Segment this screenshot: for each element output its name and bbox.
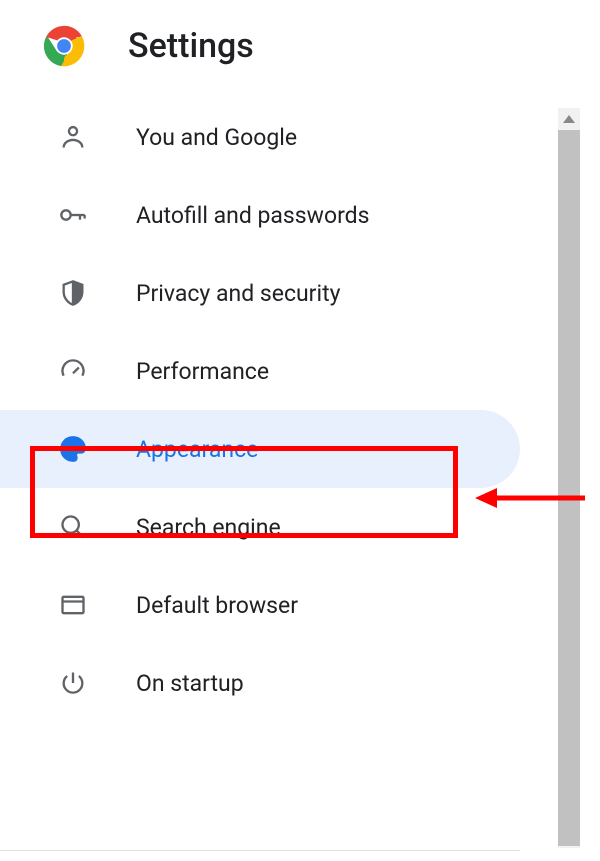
- sidebar-item-label: Privacy and security: [136, 280, 340, 307]
- scrollbar-track[interactable]: [558, 108, 580, 848]
- sidebar-item-label: You and Google: [136, 124, 297, 151]
- sidebar-item-default-browser[interactable]: Default browser: [0, 566, 600, 644]
- sidebar-item-you-and-google[interactable]: You and Google: [0, 98, 600, 176]
- annotation-arrow-icon: [475, 483, 585, 513]
- speedometer-icon: [58, 356, 88, 386]
- scrollbar-up-icon[interactable]: [558, 110, 580, 128]
- chrome-logo-icon: [42, 24, 86, 68]
- sidebar-item-label: On startup: [136, 670, 244, 697]
- sidebar-item-autofill-passwords[interactable]: Autofill and passwords: [0, 176, 600, 254]
- person-icon: [58, 122, 88, 152]
- sidebar-item-performance[interactable]: Performance: [0, 332, 600, 410]
- sidebar-item-label: Autofill and passwords: [136, 202, 370, 229]
- shield-icon: [58, 278, 88, 308]
- page-title: Settings: [128, 26, 254, 66]
- sidebar-item-privacy-security[interactable]: Privacy and security: [0, 254, 600, 332]
- sidebar-item-label: Appearance: [136, 436, 258, 463]
- sidebar-item-appearance[interactable]: Appearance: [0, 410, 520, 488]
- key-icon: [58, 200, 88, 230]
- browser-icon: [58, 590, 88, 620]
- search-icon: [58, 512, 88, 542]
- divider: [0, 850, 520, 851]
- palette-icon: [58, 434, 88, 464]
- settings-header: Settings: [0, 0, 600, 98]
- power-icon: [58, 668, 88, 698]
- settings-sidebar-menu: You and Google Autofill and passwords Pr…: [0, 98, 600, 722]
- sidebar-item-label: Performance: [136, 358, 269, 385]
- sidebar-item-label: Default browser: [136, 592, 298, 619]
- sidebar-item-on-startup[interactable]: On startup: [0, 644, 600, 722]
- sidebar-item-label: Search engine: [136, 514, 281, 541]
